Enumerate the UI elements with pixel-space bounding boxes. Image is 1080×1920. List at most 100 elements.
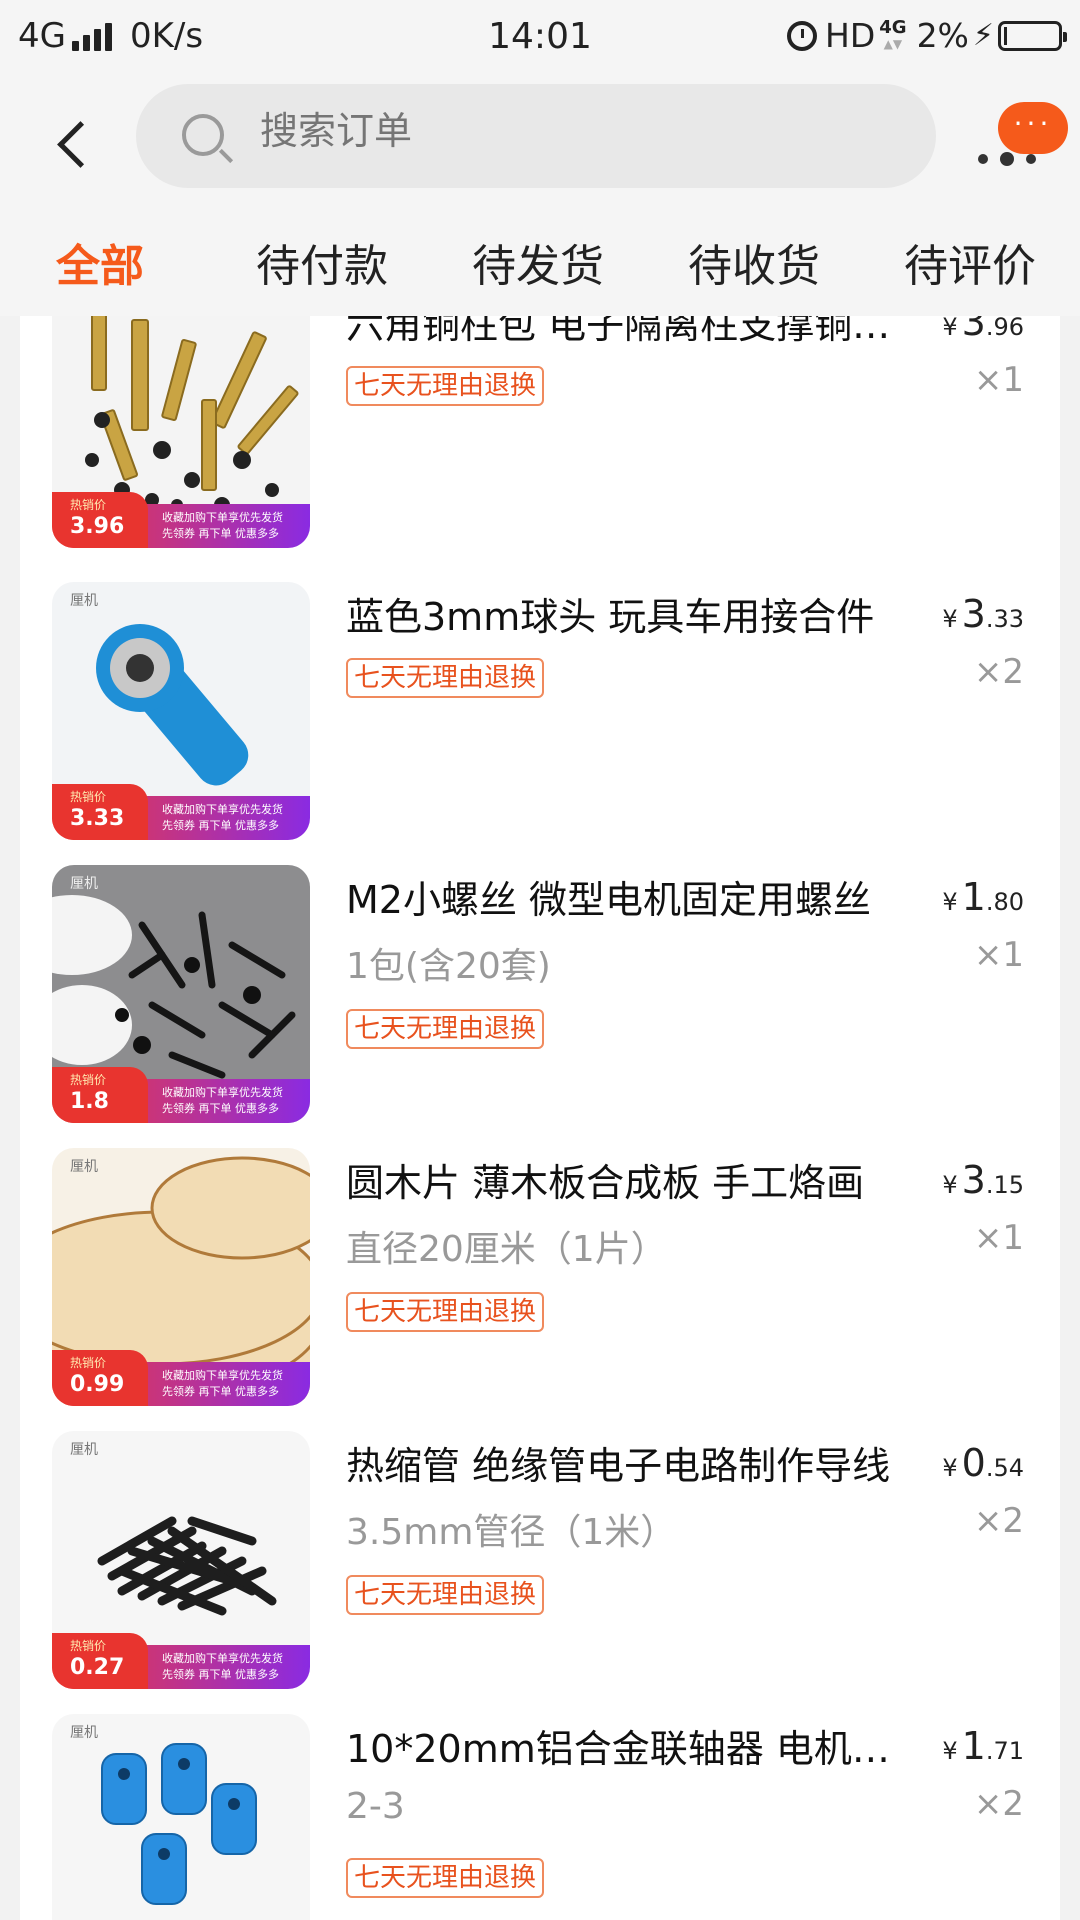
order-item-list: 热销价 3.96 收藏加购下单享优先发货 先领券 再下单 优惠多多 六角铜柱包 电… bbox=[20, 316, 1060, 1920]
currency-symbol: ¥ bbox=[942, 605, 958, 633]
product-title[interactable]: M2小螺丝 微型电机固定用螺丝 bbox=[346, 869, 906, 924]
product-price: ¥3.96 bbox=[942, 316, 1024, 344]
tab-pending-shipment[interactable]: 待发货 bbox=[472, 230, 604, 294]
product-title[interactable]: 蓝色3mm球头 玩具车用接合件 bbox=[346, 586, 906, 641]
battery-percent: 2% bbox=[916, 16, 969, 55]
more-button[interactable]: ··· bbox=[968, 102, 1068, 188]
promo-badge: 热销价 0.27 bbox=[52, 1633, 148, 1689]
return-policy-tag: 七天无理由退换 bbox=[346, 366, 545, 406]
product-image[interactable]: 厘机 热销价 0.99 收藏加购下单享优先发货 先领券 再下单 优惠多多 bbox=[52, 1148, 310, 1406]
product-price: ¥3.15 bbox=[942, 1158, 1024, 1202]
price-integer: 3 bbox=[961, 592, 986, 636]
product-title[interactable]: 圆木片 薄木板合成板 手工烙画 bbox=[346, 1152, 906, 1207]
tab-pending-review[interactable]: 待评价 bbox=[904, 230, 1036, 294]
product-image[interactable]: 厘机 热销价 0.27 收藏加购下单享优先发货 先领券 再下单 优惠多多 bbox=[52, 1431, 310, 1689]
promo-label: 热销价 bbox=[70, 498, 107, 512]
currency-symbol: ¥ bbox=[942, 1737, 958, 1765]
tab-pending-payment[interactable]: 待付款 bbox=[256, 230, 388, 294]
promo-price: 0.99 bbox=[70, 1372, 125, 1397]
promo-text-bottom: 先领券 再下单 优惠多多 bbox=[162, 527, 279, 540]
promo-text-bottom: 先领券 再下单 优惠多多 bbox=[162, 1102, 279, 1115]
return-policy-tag: 七天无理由退换 bbox=[346, 1292, 545, 1332]
product-title[interactable]: 热缩管 绝缘管电子电路制作导线 bbox=[346, 1435, 906, 1490]
return-policy-tag: 七天无理由退换 bbox=[346, 1575, 545, 1615]
promo-text-bottom: 先领券 再下单 优惠多多 bbox=[162, 819, 279, 832]
net-type-icon: 4G ▲▼ bbox=[879, 16, 907, 51]
currency-symbol: ¥ bbox=[942, 316, 958, 341]
promo-text-top: 收藏加购下单享优先发货 bbox=[162, 1086, 283, 1099]
price-integer: 3 bbox=[961, 316, 986, 344]
product-quantity: ×1 bbox=[973, 360, 1024, 400]
coupler-icon bbox=[101, 1743, 257, 1905]
promo-text: 收藏加购下单享优先发货 先领券 再下单 优惠多多 bbox=[162, 1651, 310, 1683]
price-integer: 1 bbox=[961, 1724, 986, 1768]
promo-badge: 热销价 0.99 bbox=[52, 1350, 148, 1406]
price-cents: .33 bbox=[985, 605, 1024, 633]
product-spec: 1包(含20套) bbox=[346, 946, 551, 987]
promo-price: 1.8 bbox=[70, 1089, 109, 1114]
return-policy-tag: 七天无理由退换 bbox=[346, 1858, 545, 1898]
price-cents: .71 bbox=[985, 1737, 1024, 1765]
product-spec: 直径20厘米（1片） bbox=[346, 1229, 667, 1270]
list-item[interactable]: 厘机 热销价 1.8 收藏加购下单享优先发货 先领券 再下单 优惠多多 M2小螺丝… bbox=[20, 865, 1060, 1148]
product-image[interactable]: 厘机 bbox=[52, 1714, 310, 1920]
return-policy-tag: 七天无理由退换 bbox=[346, 1009, 545, 1049]
product-image[interactable]: 热销价 3.96 收藏加购下单享优先发货 先领券 再下单 优惠多多 bbox=[52, 316, 310, 548]
search-bar[interactable] bbox=[136, 84, 936, 188]
price-integer: 3 bbox=[961, 1158, 986, 1202]
price-cents: .96 bbox=[985, 316, 1024, 341]
promo-text: 收藏加购下单享优先发货 先领券 再下单 优惠多多 bbox=[162, 802, 310, 834]
promo-label: 热销价 bbox=[70, 1073, 107, 1087]
price-cents: .15 bbox=[985, 1171, 1024, 1199]
product-title[interactable]: 10*20mm铝合金联轴器 电机连接 bbox=[346, 1718, 906, 1773]
status-bar: 4G 0K/s 14:01 HD 4G ▲▼ 2% ⚡ bbox=[0, 0, 1080, 76]
back-icon[interactable] bbox=[52, 108, 102, 178]
more-dot-icon bbox=[1026, 154, 1036, 164]
order-tabs: 全部 待付款 待发货 待收货 待评价 bbox=[0, 216, 1080, 316]
promo-text: 收藏加购下单享优先发货 先领券 再下单 优惠多多 bbox=[162, 1368, 310, 1400]
product-price: ¥1.80 bbox=[942, 875, 1024, 919]
product-quantity: ×1 bbox=[973, 1218, 1024, 1258]
header: ··· 全部 待付款 待发货 待收货 待评价 bbox=[0, 76, 1080, 316]
list-item[interactable]: 厘机 热销价 0.27 收藏加购下单享优先发货 先领券 再下单 优惠多多 热缩管 … bbox=[20, 1431, 1060, 1714]
promo-badge: 热销价 1.8 bbox=[52, 1067, 148, 1123]
list-item[interactable]: 厘机 热销价 3.33 收藏加购下单享优先发货 先领券 再下单 优惠多多 蓝色3m… bbox=[20, 582, 1060, 865]
price-cents: .80 bbox=[985, 888, 1024, 916]
price-integer: 1 bbox=[961, 875, 986, 919]
status-right: HD 4G ▲▼ 2% ⚡ bbox=[787, 16, 1067, 55]
battery-icon bbox=[998, 20, 1067, 51]
promo-text-bottom: 先领券 再下单 优惠多多 bbox=[162, 1668, 279, 1681]
promo-text-top: 收藏加购下单享优先发货 bbox=[162, 1652, 283, 1665]
alarm-icon bbox=[787, 20, 818, 51]
product-image[interactable]: 厘机 热销价 1.8 收藏加购下单享优先发货 先领券 再下单 优惠多多 bbox=[52, 865, 310, 1123]
promo-label: 热销价 bbox=[70, 1639, 107, 1653]
promo-price: 3.96 bbox=[70, 514, 125, 539]
product-quantity: ×2 bbox=[973, 652, 1024, 692]
product-quantity: ×2 bbox=[973, 1501, 1024, 1541]
product-price: ¥0.54 bbox=[942, 1441, 1024, 1485]
product-price: ¥3.33 bbox=[942, 592, 1024, 636]
promo-text-bottom: 先领券 再下单 优惠多多 bbox=[162, 1385, 279, 1398]
message-bubble-icon: ··· bbox=[998, 102, 1068, 154]
currency-symbol: ¥ bbox=[942, 1454, 958, 1482]
search-input[interactable] bbox=[258, 108, 822, 154]
product-title[interactable]: 六角铜柱包 电子隔离柱支撑铜螺柱 bbox=[346, 316, 906, 349]
promo-badge: 热销价 3.33 bbox=[52, 784, 148, 840]
search-icon bbox=[182, 114, 224, 156]
more-dot-icon bbox=[978, 154, 988, 164]
promo-text-top: 收藏加购下单享优先发货 bbox=[162, 803, 283, 816]
tab-pending-receipt[interactable]: 待收货 bbox=[688, 230, 820, 294]
promo-text-top: 收藏加购下单享优先发货 bbox=[162, 1369, 283, 1382]
list-item[interactable]: 厘机 热销价 0.99 收藏加购下单享优先发货 先领券 再下单 优惠多多 圆木片 … bbox=[20, 1148, 1060, 1431]
charging-icon: ⚡ bbox=[972, 18, 994, 53]
tab-all[interactable]: 全部 bbox=[56, 230, 144, 294]
promo-text-top: 收藏加购下单享优先发货 bbox=[162, 511, 283, 524]
hd-label: HD bbox=[825, 16, 876, 55]
list-item[interactable]: 厘机 10*20mm铝合金联轴器 电机连接 2-3 七天无理由退换 ¥1.71 … bbox=[20, 1714, 1060, 1920]
product-spec: 2-3 bbox=[346, 1786, 405, 1827]
currency-symbol: ¥ bbox=[942, 888, 958, 916]
product-price: ¥1.71 bbox=[942, 1724, 1024, 1768]
more-dot-icon bbox=[1000, 152, 1014, 166]
product-image[interactable]: 厘机 热销价 3.33 收藏加购下单享优先发货 先领券 再下单 优惠多多 bbox=[52, 582, 310, 840]
list-item[interactable]: 热销价 3.96 收藏加购下单享优先发货 先领券 再下单 优惠多多 六角铜柱包 电… bbox=[20, 316, 1060, 573]
